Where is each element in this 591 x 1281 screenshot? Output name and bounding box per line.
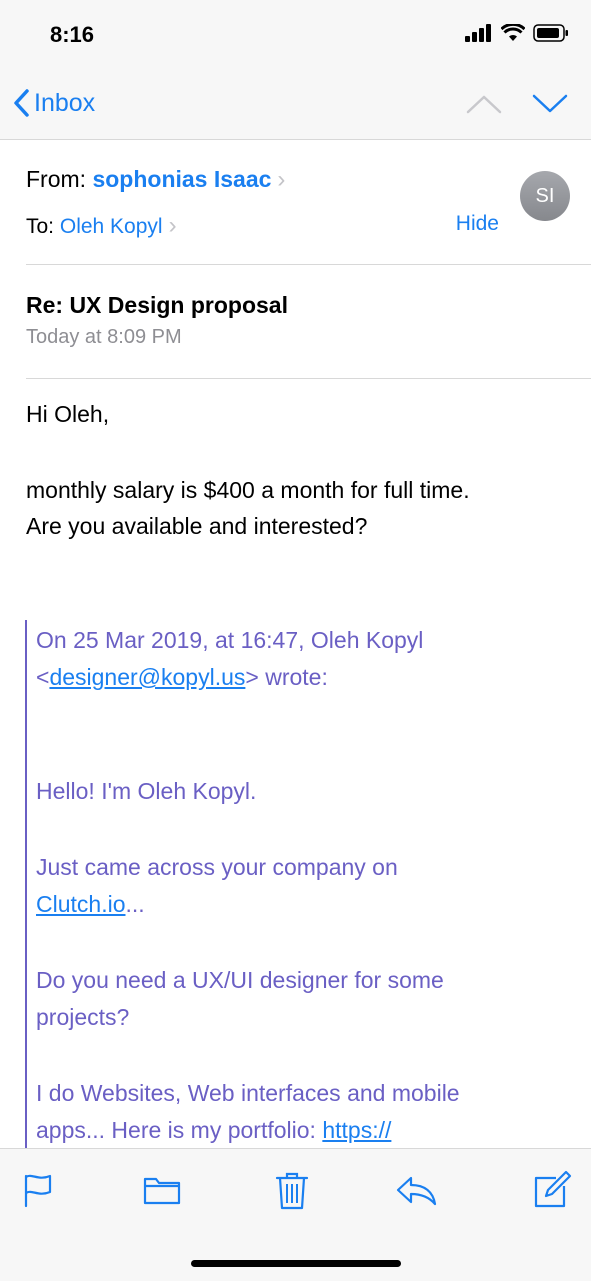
trash-icon bbox=[275, 1172, 309, 1210]
back-button[interactable]: Inbox bbox=[12, 88, 95, 118]
message-date: Today at 8:09 PM bbox=[26, 326, 182, 348]
move-to-folder-button[interactable] bbox=[140, 1168, 184, 1212]
from-label: From: bbox=[26, 166, 87, 192]
message-subject: Re: UX Design proposal bbox=[26, 292, 288, 318]
quote-paragraph-1: Hello! I'm Oleh Kopyl. bbox=[36, 778, 257, 804]
wifi-icon bbox=[501, 24, 525, 41]
quote-paragraph-4-line-2: apps... Here is my portfolio: https:// bbox=[36, 1112, 576, 1149]
delete-button[interactable] bbox=[270, 1168, 314, 1212]
quote-paragraph-3-line-2: projects? bbox=[36, 1004, 130, 1030]
greeting: Hi Oleh, bbox=[26, 401, 110, 427]
quote-paragraph-2-line-1: Just came across your company on bbox=[36, 854, 398, 880]
chevron-down-icon bbox=[532, 94, 568, 113]
signal-icon bbox=[465, 24, 491, 42]
quote-intro-line-2: <designer@kopyl.us> wrote: bbox=[36, 659, 576, 696]
recipient-name[interactable]: Oleh Kopyl bbox=[60, 215, 163, 238]
chevron-right-icon: › bbox=[277, 166, 286, 193]
from-row: From: sophonias Isaac › bbox=[26, 166, 285, 194]
reply-button[interactable] bbox=[394, 1168, 438, 1212]
sender-name[interactable]: sophonias Isaac bbox=[92, 166, 271, 192]
next-message-button[interactable] bbox=[530, 86, 570, 122]
clutch-link[interactable]: Clutch.io bbox=[36, 891, 125, 917]
battery-icon bbox=[533, 24, 568, 42]
chevron-left-icon bbox=[14, 89, 29, 117]
quote-paragraph-4-line-1: I do Websites, Web interfaces and mobile bbox=[36, 1080, 460, 1106]
portfolio-text: apps... Here is my portfolio: bbox=[36, 1117, 323, 1143]
sender-avatar: SI bbox=[520, 171, 570, 221]
avatar-initials: SI bbox=[535, 184, 555, 207]
flag-button[interactable] bbox=[16, 1168, 60, 1212]
clutch-suffix: ... bbox=[125, 891, 145, 917]
compose-icon bbox=[534, 1170, 572, 1208]
body-line-1: monthly salary is $400 a month for full … bbox=[26, 477, 470, 503]
quote-intro-line-1: On 25 Mar 2019, at 16:47, Oleh Kopyl bbox=[36, 627, 424, 653]
email-suffix: > wrote: bbox=[245, 664, 328, 690]
to-row: To: Oleh Kopyl › bbox=[26, 212, 177, 240]
subject-divider bbox=[26, 378, 591, 379]
quote-paragraph-2-line-2: Clutch.io... bbox=[36, 886, 576, 923]
quote-paragraph-3-line-1: Do you need a UX/UI designer for some bbox=[36, 967, 444, 993]
flag-icon bbox=[24, 1174, 52, 1208]
home-indicator[interactable] bbox=[191, 1260, 401, 1267]
to-label: To: bbox=[26, 215, 55, 238]
folder-icon bbox=[143, 1177, 181, 1205]
email-prefix: < bbox=[36, 664, 50, 690]
email-link[interactable]: designer@kopyl.us bbox=[49, 664, 245, 690]
status-icons bbox=[465, 24, 569, 42]
header-divider bbox=[26, 264, 591, 265]
chevron-up-icon bbox=[466, 95, 502, 114]
back-button-label: Inbox bbox=[34, 88, 96, 117]
status-time: 8:16 bbox=[50, 22, 95, 47]
chevron-right-icon: › bbox=[168, 212, 177, 239]
compose-button[interactable] bbox=[530, 1168, 574, 1212]
hide-details-button[interactable]: Hide bbox=[456, 212, 499, 236]
body-line-2: Are you available and interested? bbox=[26, 513, 368, 539]
previous-message-button[interactable] bbox=[464, 86, 504, 122]
portfolio-link[interactable]: https:// bbox=[322, 1117, 391, 1143]
quote-bar bbox=[25, 620, 27, 1150]
reply-icon bbox=[396, 1176, 437, 1206]
